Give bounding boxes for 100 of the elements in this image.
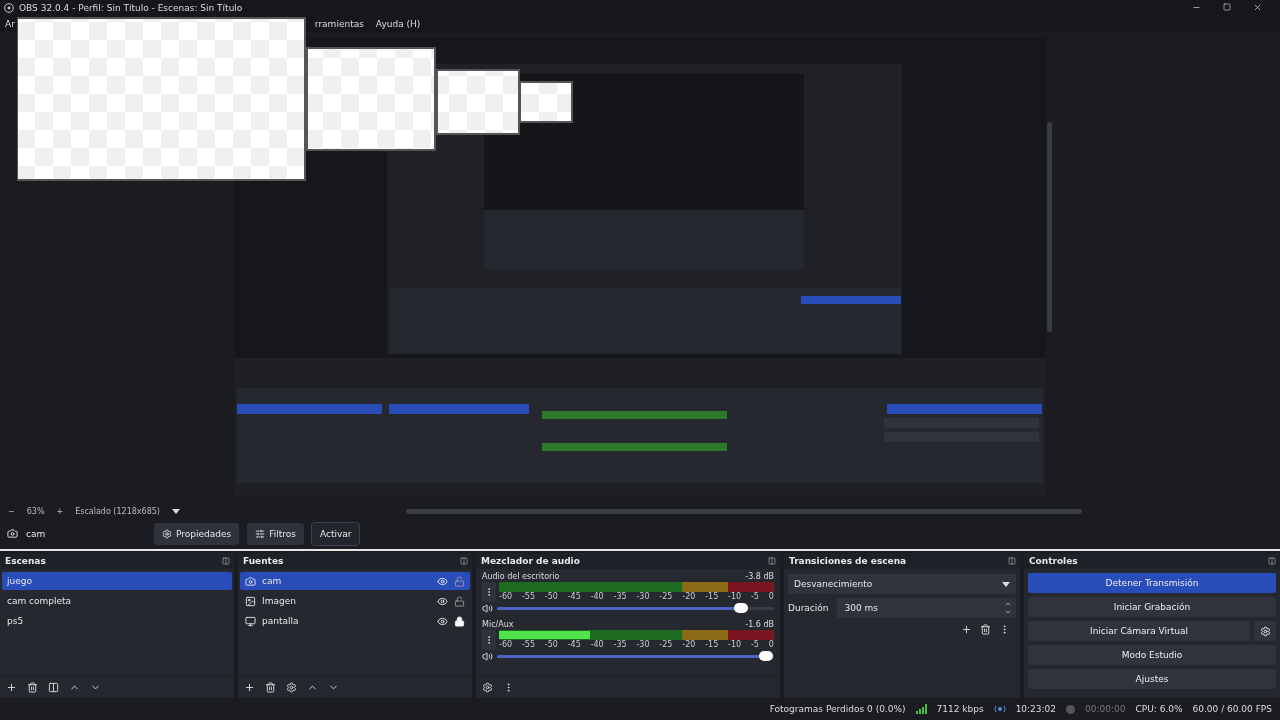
fps-counter: 60.00 / 60.00 FPS [1192,704,1272,715]
menu-item[interactable]: Ayuda (H) [375,18,421,29]
meter-tick: -15 [705,640,719,650]
add-icon[interactable] [961,624,972,636]
control-button[interactable]: Detener Transmisión [1028,573,1276,594]
meter-tick: -5 [750,640,759,650]
add-icon[interactable] [244,682,255,694]
gear-icon [1259,625,1271,637]
channel-menu-button[interactable] [482,582,496,603]
control-button[interactable]: Ajustes [1028,669,1276,690]
source-label: pantalla [262,616,300,627]
eye-icon[interactable] [437,615,448,627]
gear-icon[interactable] [286,682,297,694]
unlocked-icon[interactable] [454,595,465,607]
scene-item[interactable]: ps5 [2,612,232,631]
image-icon [245,595,256,607]
speaker-icon[interactable] [482,651,493,663]
meter-tick: -30 [636,592,650,602]
control-button[interactable]: Modo Estudio [1028,645,1276,666]
source-label: cam [262,576,283,587]
monitor-icon [245,615,256,627]
scrollbar[interactable] [405,509,1082,515]
add-icon[interactable] [6,682,17,694]
channel-name: Audio del escritorio [482,572,560,582]
meter-tick: 0 [768,640,774,650]
dropped-frames: Fotogramas Perdidos 0 (0.0%) [769,704,906,715]
broadcast-icon [993,705,1006,714]
scene-item[interactable]: juego [2,572,232,591]
app-logo-icon [4,2,14,13]
control-button[interactable]: Iniciar Cámara Virtual [1028,621,1250,642]
speaker-icon[interactable] [482,603,493,615]
eye-icon[interactable] [437,575,448,587]
duration-field[interactable]: 300 ms [836,598,1016,619]
channel-name: Mic/Aux [482,620,514,630]
trash-icon[interactable] [980,624,991,636]
gear-icon[interactable] [482,682,493,694]
scrollbar[interactable] [1047,121,1052,332]
meter-tick: -45 [567,640,581,650]
dock-title: Escenas [5,556,46,567]
meter-tick: -20 [682,640,696,650]
settings-button[interactable] [1254,621,1276,642]
lock-icon[interactable] [454,615,465,627]
menu-item[interactable]: rramientas [314,18,364,29]
meter-tick: -55 [521,640,535,650]
db-reading: -3.8 dB [745,572,774,582]
meter-tick: -35 [613,640,627,650]
source-item[interactable]: pantalla [240,612,470,631]
scale-label: Escalado (1218x685) [75,507,160,517]
cpu-usage: CPU: 6.0% [1135,704,1183,715]
zoom-out-button[interactable]: − [8,507,15,517]
undock-icon[interactable] [222,557,230,566]
source-item[interactable]: cam [240,572,470,591]
menu-item[interactable]: Ar [5,18,15,29]
meter-tick: -10 [728,640,742,650]
dropdown-caret-icon[interactable] [171,509,180,515]
meter-tick: -5 [750,592,759,602]
camera-icon [245,575,256,587]
slider-thumb[interactable] [733,603,748,614]
control-button[interactable]: Iniciar Grabación [1028,597,1276,618]
maximize-icon[interactable] [1223,3,1231,12]
source-item[interactable]: Imagen [240,592,470,611]
window-title: OBS 32.0.4 - Perfil: Sin Título - Escenas: Sin Título [19,2,244,13]
duration-label: Duración [788,603,829,614]
undock-icon[interactable] [1268,557,1276,566]
meter-tick: -40 [590,640,604,650]
undock-icon[interactable] [460,557,468,566]
source-name: cam [26,528,47,539]
meter-tick: 0 [768,592,774,602]
meter-tick: -20 [682,592,696,602]
zoom-level: 63% [26,507,45,517]
record-time: 00:00:00 [1085,704,1126,715]
meter-tick: -50 [544,592,558,602]
bitrate: 7112 kbps [936,704,984,715]
gear-icon [162,528,172,539]
meter-tick: -50 [544,640,558,650]
meter-tick: -55 [521,592,535,602]
toolbar-button[interactable]: Propiedades [154,522,240,545]
transition-dropdown[interactable]: Desvanecimiento [788,574,1016,595]
signal-icon [915,704,927,715]
record-icon [1066,704,1076,714]
db-reading: -1.6 dB [745,620,774,630]
trash-icon[interactable] [265,682,276,694]
scene-item[interactable]: cam completa [2,592,232,611]
undock-icon[interactable] [768,557,776,566]
camera-icon [7,528,18,539]
close-icon[interactable] [1253,3,1262,13]
toolbar-button[interactable]: Filtros [247,522,304,545]
slider-thumb[interactable] [758,651,773,662]
zoom-in-button[interactable]: + [56,507,64,517]
source-label: Imagen [262,596,297,607]
dock-title: Fuentes [243,556,284,567]
eye-icon[interactable] [437,595,448,607]
undock-icon[interactable] [1008,557,1016,566]
trash-icon[interactable] [27,682,38,694]
meter-tick: -60 [499,592,513,602]
meter-tick: -45 [567,592,581,602]
meter-tick: -35 [613,592,627,602]
toolbar-button[interactable]: Activar [311,522,360,545]
meter-tick: -25 [659,592,673,602]
channel-menu-button[interactable] [482,630,496,651]
